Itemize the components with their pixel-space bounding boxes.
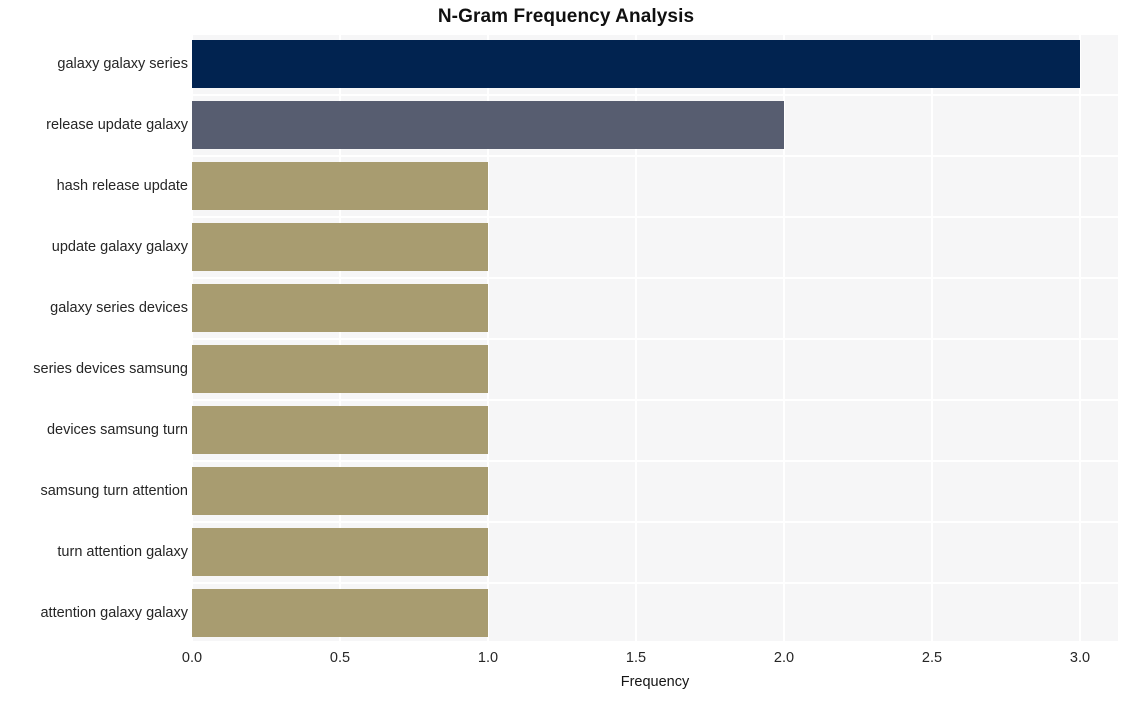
x-axis-tick-label: 2.0 [773,650,795,666]
gridline-horizontal [192,460,1118,462]
y-axis-tick-label: galaxy galaxy series [57,55,188,72]
x-axis-tick-label: 2.5 [921,650,943,666]
x-axis-tick-label: 1.0 [477,650,499,666]
y-axis-tick-label: update galaxy galaxy [51,238,188,255]
x-axis-tick-labels: 0.0 0.5 1.0 1.5 2.0 2.5 3.0 [0,650,1132,672]
bar [192,588,488,637]
y-axis-tick-label: devices samsung turn [46,421,188,438]
gridline-horizontal [192,582,1118,584]
x-axis-tick-label: 0.5 [329,650,351,666]
bar [192,344,488,393]
bar [192,527,488,576]
page-title: N-Gram Frequency Analysis [437,6,695,27]
gridline-horizontal [192,216,1118,218]
bar [192,222,488,271]
bar [192,283,488,332]
x-axis-tick-label: 3.0 [1069,650,1091,666]
y-axis-tick-label: turn attention galaxy [57,543,188,560]
gridline-horizontal [192,155,1118,157]
gridline-horizontal [192,641,1118,643]
x-axis-label: Frequency [620,674,690,690]
gridline-horizontal [192,521,1118,523]
bar [192,466,488,515]
bar [192,100,784,149]
x-axis-tick-label: 0.0 [181,650,203,666]
bar [192,39,1080,88]
y-axis-tick-label: samsung turn attention [40,482,188,499]
y-axis-tick-label: attention galaxy galaxy [40,604,188,621]
ngram-frequency-chart: N-Gram Frequency Analysis galaxy galaxy … [0,0,1132,701]
plot-area [191,33,1118,643]
y-axis-tick-label: release update galaxy [46,116,188,133]
gridline-horizontal [192,338,1118,340]
gridline-horizontal [192,94,1118,96]
y-axis-tick-label: galaxy series devices [50,299,188,316]
bar [192,405,488,454]
gridline-horizontal [192,277,1118,279]
x-axis-tick-label: 1.5 [625,650,647,666]
gridline-horizontal [192,399,1118,401]
y-axis-tick-labels: galaxy galaxy series release update galax… [0,33,188,643]
bar [192,161,488,210]
y-axis-tick-label: hash release update [56,177,188,194]
y-axis-tick-label: series devices samsung [33,360,188,377]
gridline-horizontal [192,33,1118,35]
